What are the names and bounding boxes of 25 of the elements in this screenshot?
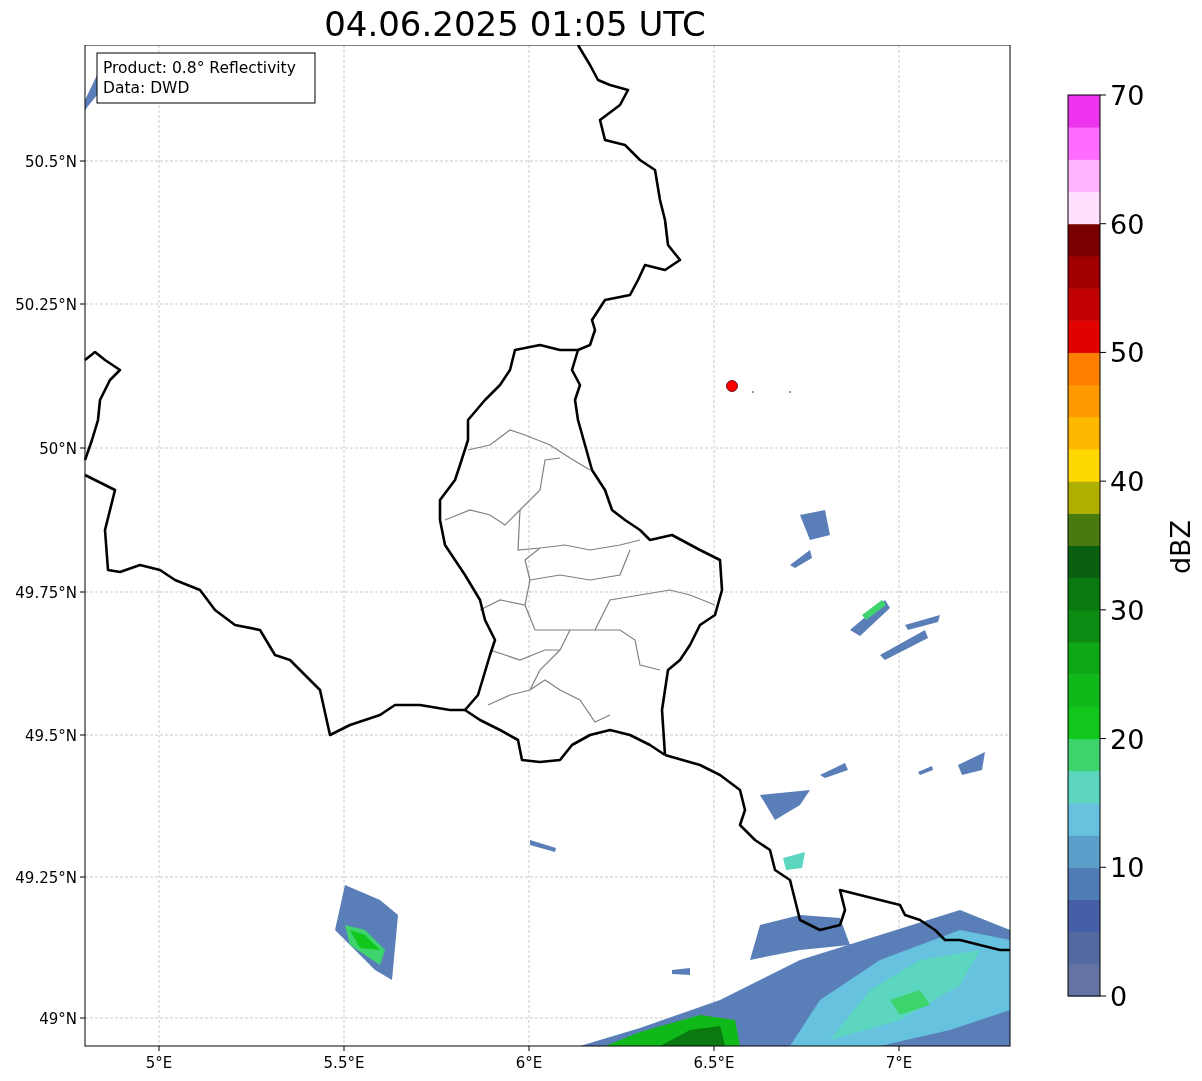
colorbar-tick-label: 70 (1110, 80, 1145, 111)
plot-title: 04.06.2025 01:05 UTC (324, 3, 706, 45)
y-tick-label: 50°N (39, 440, 77, 458)
x-tick-label: 7°E (885, 1054, 913, 1072)
y-tick-label: 50.5°N (24, 153, 77, 171)
x-tick-label: 5°E (145, 1054, 173, 1072)
colorbar-tick-label: 60 (1110, 208, 1145, 240)
x-tick-label: 5.5°E (323, 1054, 365, 1072)
y-tick-label: 49.25°N (15, 869, 77, 887)
colorbar-tick-label: 10 (1110, 852, 1145, 884)
colorbar-tick-label: 40 (1110, 466, 1145, 498)
y-tick-label: 49.75°N (15, 584, 77, 602)
colorbar-tick-label: 50 (1110, 337, 1145, 369)
info-text: Product: 0.8° Reflectivity (103, 59, 296, 77)
radar-site-marker (726, 380, 738, 392)
colorbar-label: dBZ (1165, 519, 1196, 575)
x-tick-label: 6.5°E (693, 1054, 735, 1072)
info-text: Data: DWD (103, 79, 190, 97)
colorbar-tick-label: 30 (1110, 594, 1145, 626)
x-tick-label: 6°E (515, 1054, 543, 1072)
y-tick-label: 50.25°N (15, 296, 77, 314)
y-tick-label: 49.5°N (24, 727, 77, 745)
y-tick-label: 49°N (39, 1010, 77, 1028)
colorbar-tick-label: 0 (1110, 981, 1128, 1012)
colorbar-tick-label: 20 (1110, 723, 1145, 755)
